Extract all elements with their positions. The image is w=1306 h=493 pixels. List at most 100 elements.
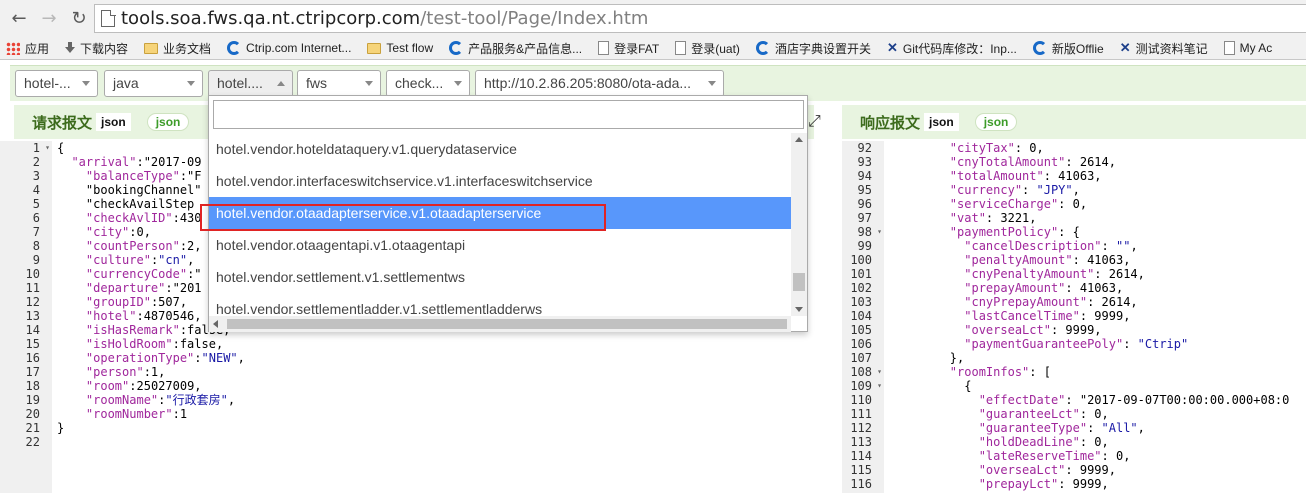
code-line: "cancelDescription": "", bbox=[964, 239, 1138, 253]
line-number: 16 bbox=[25, 351, 40, 365]
bookmark-item[interactable]: My Ac bbox=[1223, 41, 1272, 55]
reload-icon[interactable]: ↻ bbox=[68, 8, 90, 30]
fold-arrow-icon[interactable]: ▾ bbox=[877, 365, 882, 379]
bookmark-item[interactable]: Test flow bbox=[367, 41, 433, 55]
app-select[interactable]: hotel-... bbox=[15, 70, 98, 97]
download-icon bbox=[65, 42, 76, 54]
bookmark-item[interactable]: 应用 bbox=[6, 40, 49, 57]
ctrip-icon bbox=[1032, 41, 1047, 55]
request-editor-gutter: 1 ▾ 2 3 4 5 6 7 8 9 10 11 12 13 14 15 16 17 18 19 20 21 22 bbox=[0, 141, 52, 493]
line-number: 101 bbox=[850, 267, 872, 281]
bookmark-item[interactable]: 登录FAT bbox=[598, 40, 659, 57]
bookmark-item[interactable]: ✕ Git代码库修改：Inp... bbox=[887, 40, 1017, 57]
scroll-up-icon[interactable] bbox=[795, 137, 803, 142]
url-host: tools.soa.fws.qa.nt.ctripcorp.com bbox=[121, 8, 421, 29]
fold-arrow-icon[interactable]: ▾ bbox=[45, 141, 50, 155]
scroll-left-icon[interactable] bbox=[213, 320, 218, 328]
service-option[interactable]: hotel.vendor.hoteldataquery.v1.querydata… bbox=[209, 133, 791, 165]
code-line: "roomName":"行政套房", bbox=[85, 393, 236, 407]
fold-arrow-icon[interactable]: ▾ bbox=[877, 225, 882, 239]
bookmark-label: 登录FAT bbox=[614, 41, 660, 56]
service-option[interactable]: hotel.vendor.otaadapterservice.v1.otaada… bbox=[209, 197, 791, 229]
environment-select-value: fws bbox=[306, 75, 327, 91]
url-input[interactable]: tools.soa.fws.qa.nt.ctripcorp.com/test-t… bbox=[94, 4, 1306, 33]
fold-arrow-icon[interactable]: ▾ bbox=[877, 379, 882, 393]
line-number: 100 bbox=[850, 253, 872, 267]
response-panel-title: 响应报文 bbox=[860, 113, 921, 132]
code-line: { bbox=[892, 379, 972, 393]
operation-select[interactable]: check... bbox=[386, 70, 470, 97]
chevron-down-icon bbox=[708, 81, 716, 86]
ctrip-icon bbox=[449, 41, 464, 55]
line-number: 105 bbox=[850, 323, 872, 337]
service-option[interactable]: hotel.vendor.settlement.v1.settlementws bbox=[209, 261, 791, 293]
code-line: "person":1, bbox=[85, 365, 166, 379]
code-line: "effectDate": "2017-09-07T00:00:00.000+0… bbox=[978, 393, 1290, 407]
line-number: 20 bbox=[25, 407, 40, 421]
request-format-json-button[interactable]: json bbox=[146, 113, 190, 131]
service-option[interactable]: hotel.vendor.interfaceswitchservice.v1.i… bbox=[209, 165, 791, 197]
line-number: 5 bbox=[32, 197, 40, 211]
line-number: 95 bbox=[857, 183, 872, 197]
bookmark-label: 登录(uat) bbox=[691, 41, 740, 56]
request-panel-title: 请求报文 bbox=[32, 113, 93, 132]
line-number: 104 bbox=[850, 309, 872, 323]
endpoint-select[interactable]: http://10.2.86.205:8080/ota-ada... bbox=[475, 70, 724, 97]
vertical-scrollbar[interactable] bbox=[791, 133, 807, 316]
chevron-down-icon bbox=[82, 81, 90, 86]
expand-icon[interactable]: ⤢ bbox=[808, 111, 821, 131]
line-number: 4 bbox=[32, 183, 40, 197]
bookmark-item[interactable]: 业务文档 bbox=[144, 40, 211, 57]
bookmark-item[interactable]: 新版Offlie bbox=[1032, 40, 1104, 57]
request-format-badge: json bbox=[96, 113, 131, 131]
folder-icon bbox=[144, 42, 159, 54]
bookmark-label: Ctrip.com Internet... bbox=[246, 41, 352, 55]
line-number: 114 bbox=[850, 449, 872, 463]
code-line: "operationType":"NEW", bbox=[85, 351, 245, 365]
bookmark-item[interactable]: 酒店字典设置开关 bbox=[755, 40, 871, 57]
code-line: "cnyTotalAmount": 2614, bbox=[949, 155, 1116, 169]
code-line: "paymentGuaranteePoly": "Ctrip" bbox=[964, 337, 1189, 351]
scrollbar-thumb[interactable] bbox=[793, 273, 805, 291]
code-line: }, bbox=[892, 351, 965, 365]
bookmark-item[interactable]: 下载内容 bbox=[65, 40, 128, 57]
response-format-json-button[interactable]: json bbox=[974, 113, 1018, 131]
service-select[interactable]: hotel.... bbox=[208, 70, 293, 97]
service-search-input[interactable] bbox=[213, 100, 804, 129]
folder-icon bbox=[367, 42, 382, 54]
response-editor-code[interactable]: "cityTax": 0, "cnyTotalAmount": 2614, "t… bbox=[892, 141, 1290, 491]
line-number: 19 bbox=[25, 393, 40, 407]
chevron-down-icon bbox=[454, 81, 462, 86]
line-number: 109 ▾ bbox=[850, 379, 882, 393]
back-arrow-icon[interactable]: ← bbox=[8, 8, 30, 30]
scrollbar-thumb[interactable] bbox=[227, 319, 787, 329]
bookmark-item[interactable]: 登录(uat) bbox=[675, 40, 740, 57]
bookmark-label: 产品服务&产品信息... bbox=[468, 41, 583, 56]
forward-arrow-icon[interactable]: → bbox=[38, 8, 60, 30]
scroll-down-icon[interactable] bbox=[795, 307, 803, 312]
horizontal-scrollbar[interactable] bbox=[209, 316, 791, 332]
service-option[interactable]: hotel.vendor.otaagentapi.v1.otaagentapi bbox=[209, 229, 791, 261]
browser-address-bar: ← → ↻ tools.soa.fws.qa.nt.ctripcorp.com /… bbox=[0, 0, 1306, 37]
line-number: 116 bbox=[850, 477, 872, 491]
line-number: 111 bbox=[850, 407, 872, 421]
code-line: "overseaLct": 9999, bbox=[964, 323, 1102, 337]
x-icon: ✕ bbox=[1119, 40, 1131, 55]
line-number: 115 bbox=[850, 463, 872, 477]
language-select[interactable]: java bbox=[104, 70, 203, 97]
chevron-down-icon bbox=[187, 81, 195, 86]
bookmark-item[interactable]: Ctrip.com Internet... bbox=[227, 41, 351, 55]
line-number: 8 bbox=[32, 239, 40, 253]
page-icon bbox=[675, 41, 687, 55]
line-number: 10 bbox=[25, 267, 40, 281]
environment-select[interactable]: fws bbox=[297, 70, 381, 97]
code-line: "lastCancelTime": 9999, bbox=[964, 309, 1131, 323]
line-number: 107 bbox=[850, 351, 872, 365]
service-option[interactable]: hotel.vendor.settlementladder.v1.settlem… bbox=[209, 293, 791, 316]
bookmark-item[interactable]: ✕ 测试资料笔记 bbox=[1120, 40, 1208, 57]
bookmark-label: Test flow bbox=[386, 41, 434, 55]
code-line: "cnyPenaltyAmount": 2614, bbox=[964, 267, 1145, 281]
code-line: "room":25027009, bbox=[85, 379, 202, 393]
bookmark-item[interactable]: 产品服务&产品信息... bbox=[449, 40, 582, 57]
